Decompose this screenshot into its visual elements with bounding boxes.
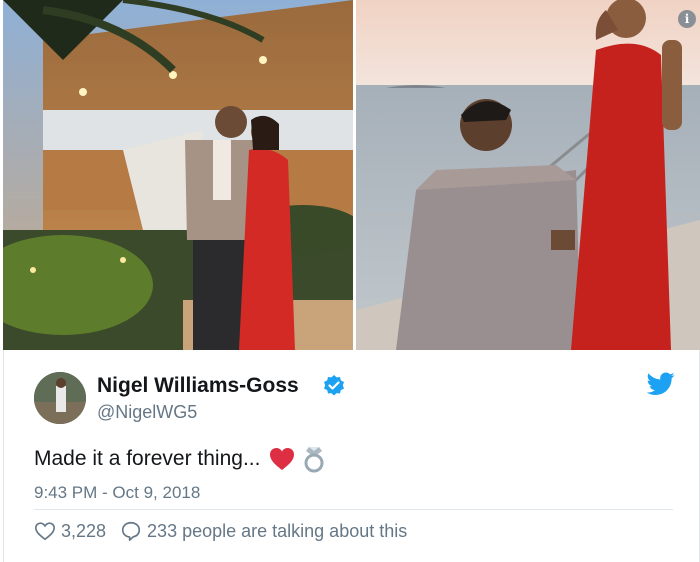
ring-emoji-icon	[304, 447, 324, 473]
author-name[interactable]: Nigel Williams-Goss	[97, 374, 299, 398]
tweet-text: Made it a forever thing...	[34, 447, 261, 470]
avatar[interactable]	[34, 372, 86, 424]
photo-couple-night[interactable]	[3, 0, 353, 350]
twitter-bird-icon[interactable]	[647, 372, 675, 396]
author-handle[interactable]: @NigelWG5	[97, 402, 197, 423]
tweet-media[interactable]: i	[3, 0, 700, 350]
speech-bubble-icon	[121, 521, 141, 541]
red-heart-emoji-icon	[270, 448, 295, 470]
like-count: 3,228	[61, 520, 107, 541]
like-button[interactable]: 3,228	[34, 520, 106, 542]
tweet-card: Nigel Williams-Goss @NigelWG5 Made it a …	[3, 350, 700, 562]
heart-outline-icon	[35, 522, 55, 541]
photo-proposal-dock[interactable]: i	[356, 0, 700, 350]
verified-badge-icon	[324, 375, 344, 396]
talking-count: 233 people are talking about this	[147, 520, 408, 541]
tweet-timestamp[interactable]: 9:43 PM - Oct 9, 2018	[34, 483, 200, 503]
reply-button[interactable]: 233 people are talking about this	[120, 520, 407, 542]
info-icon[interactable]: i	[678, 10, 696, 28]
tweet-actions: 3,228 233 people are talking about this	[34, 518, 407, 544]
divider	[34, 509, 673, 510]
